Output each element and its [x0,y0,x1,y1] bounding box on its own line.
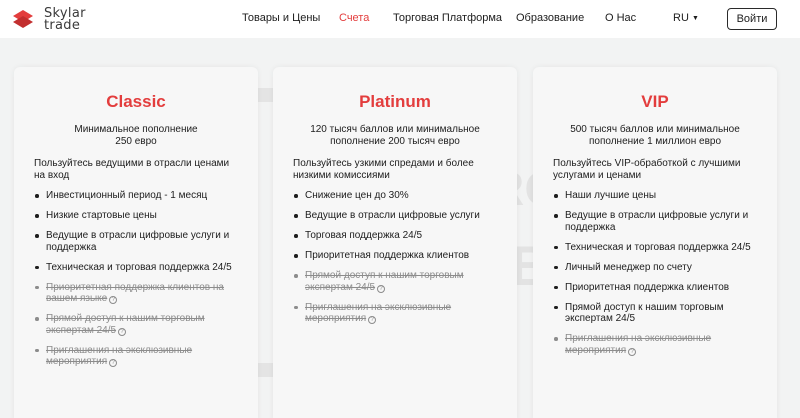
plan-description-line: услугами и ценами [553,170,642,181]
feature-text: вашем языке [46,293,108,304]
plan-subtitle-line: пополнение 1 миллион евро [588,136,722,147]
feature-text: Прямой доступ к нашим торговым [46,313,205,324]
language-label: RU [673,12,689,24]
feature-text: экспертам 24/5 [565,313,636,324]
feature-text: Техническая и торговая поддержка 24/5 [46,261,232,273]
plan-card-vip: VIP 500 тысяч баллов или минимальное поп… [533,67,777,418]
feature-item: Техническая и торговая поддержка 24/5 [34,262,232,274]
plan-description: Пользуйтесь VIP-обработкой с лучшими усл… [553,158,740,182]
feature-text: Приглашения на эксклюзивные [305,301,452,313]
feature-text: Торговая поддержка 24/5 [305,230,423,241]
feature-text: Ведущие в отрасли цифровые услуги и [565,210,749,221]
feature-text: Низкие стартовые цены [46,210,157,221]
feature-text: Наши лучшие цены [565,190,657,201]
feature-text: мероприятия [565,344,627,356]
feature-item: Ведущие в отрасли цифровые услуги и подде… [34,230,232,253]
feature-item: Личный менеджер по счету [553,262,751,274]
feature-item: Ведущие в отрасли цифровые услуги и подде… [553,210,751,233]
info-icon[interactable]: ? [109,296,118,304]
skylar-logo-icon [13,10,33,28]
feature-text: мероприятия [46,356,108,367]
plan-title: Platinum [359,92,431,111]
feature-item: Инвестиционный период - 1 месяц [34,190,232,202]
info-icon[interactable]: ? [109,359,118,367]
feature-text: поддержка [565,221,616,233]
feature-item-disabled: Прямой доступ к нашим торговым экспертам … [34,313,232,336]
plan-subtitle-line: Минимальное пополнение [74,124,198,135]
plan-subtitle: Минимальное пополнение 250 евро [14,124,258,148]
feature-text: Ведущие в отрасли цифровые услуги [305,210,480,221]
nav-accounts[interactable]: Счета [339,12,369,24]
login-button[interactable]: Войти [727,8,777,30]
feature-item: Прямой доступ к нашим торговым экспертам … [553,302,751,325]
plan-subtitle: 120 тысяч баллов или минимальное пополне… [273,124,517,148]
logo-text: Skylar trade [44,7,86,33]
site-header: Skylar trade Товары и Цены Счета Торгова… [0,0,800,38]
plan-description-line: Пользуйтесь VIP-обработкой с лучшими [553,158,741,169]
feature-text: экспертам 24/5 [46,324,117,336]
feature-item: Низкие стартовые цены [34,210,232,222]
info-icon[interactable]: ? [368,316,377,324]
plan-subtitle: 500 тысяч баллов или минимальное пополне… [533,124,777,148]
nav-about[interactable]: О Нас [605,12,636,24]
plan-subtitle-line: пополнение 200 тысяч евро [330,136,460,147]
plan-card-platinum: Platinum 120 тысяч баллов или минимально… [273,67,517,418]
feature-item-disabled: Прямой доступ к нашим торговым экспертам … [293,270,480,293]
plan-subtitle-line: 250 евро [115,136,157,147]
plan-description-line: Пользуйтесь ведущими в отрасли ценами [34,158,230,169]
feature-text: экспертам 24/5 [305,281,376,293]
plan-features: Наши лучшие цены Ведущие в отрасли цифро… [553,190,751,365]
feature-text: Личный менеджер по счету [565,261,692,273]
plan-description-line: на вход [34,170,70,181]
feature-text: Прямой доступ к нашим торговым [305,270,464,281]
logo-line2: trade [44,18,81,33]
feature-text: Приоритетная поддержка клиентов [305,250,470,261]
feature-item-disabled: Приглашения на эксклюзивные мероприятия? [553,333,751,356]
feature-item-disabled: Приоритетная поддержка клиентов на вашем … [34,282,232,305]
feature-text: Приглашения на эксклюзивные [46,344,193,356]
plan-card-classic: Classic Минимальное пополнение 250 евро … [14,67,258,418]
caret-down-icon: ▼ [691,15,699,22]
feature-text: Снижение цен до 30% [305,190,409,201]
feature-item-disabled: Приглашения на эксклюзивные мероприятия? [293,302,480,325]
feature-item: Снижение цен до 30% [293,190,480,202]
feature-text: Ведущие в отрасли цифровые услуги и [46,230,230,241]
feature-item-disabled: Приглашения на эксклюзивные мероприятия? [34,345,232,368]
nav-products-prices[interactable]: Товары и Цены [242,12,320,24]
plan-description-line: низкими комиссиями [293,170,390,181]
language-selector[interactable]: RU ▼ [673,12,699,24]
feature-text: Приоритетная поддержка клиентов [565,281,730,293]
feature-item: Торговая поддержка 24/5 [293,230,480,242]
feature-item: Приоритетная поддержка клиентов [553,282,751,294]
feature-item: Приоритетная поддержка клиентов [293,250,480,262]
plan-title: Classic [106,92,166,111]
feature-text: Прямой доступ к нашим торговым [565,301,724,313]
feature-text: Техническая и торговая поддержка 24/5 [565,241,751,253]
plan-features: Инвестиционный период - 1 месяц Низкие с… [34,190,232,376]
feature-text: поддержка [46,241,97,253]
plan-description-line: Пользуйтесь узкими спредами и более [293,158,474,169]
feature-text: Приоритетная поддержка клиентов на [46,281,224,293]
logo[interactable]: Skylar trade [11,6,101,34]
plan-subtitle-line: 120 тысяч баллов или минимальное [310,124,480,135]
feature-text: Приглашения на эксклюзивные [565,333,712,344]
nav-education[interactable]: Образование [516,12,584,24]
plan-features: Снижение цен до 30% Ведущие в отрасли ци… [293,190,480,333]
info-icon[interactable]: ? [118,327,127,336]
plan-description: Пользуйтесь ведущими в отрасли ценами на… [34,158,229,182]
info-icon[interactable]: ? [377,284,386,293]
nav-trading-platform[interactable]: Торговая Платформа [393,12,502,24]
plan-title: VIP [641,92,669,111]
feature-item: Наши лучшие цены [553,190,751,202]
feature-text: мероприятия [305,313,367,324]
info-icon[interactable]: ? [628,347,637,356]
feature-item: Ведущие в отрасли цифровые услуги [293,210,480,222]
plan-subtitle-line: 500 тысяч баллов или минимальное [570,124,740,135]
feature-item: Техническая и торговая поддержка 24/5 [553,242,751,254]
plan-description: Пользуйтесь узкими спредами и более низк… [293,158,474,182]
feature-text: Инвестиционный период - 1 месяц [46,190,208,201]
